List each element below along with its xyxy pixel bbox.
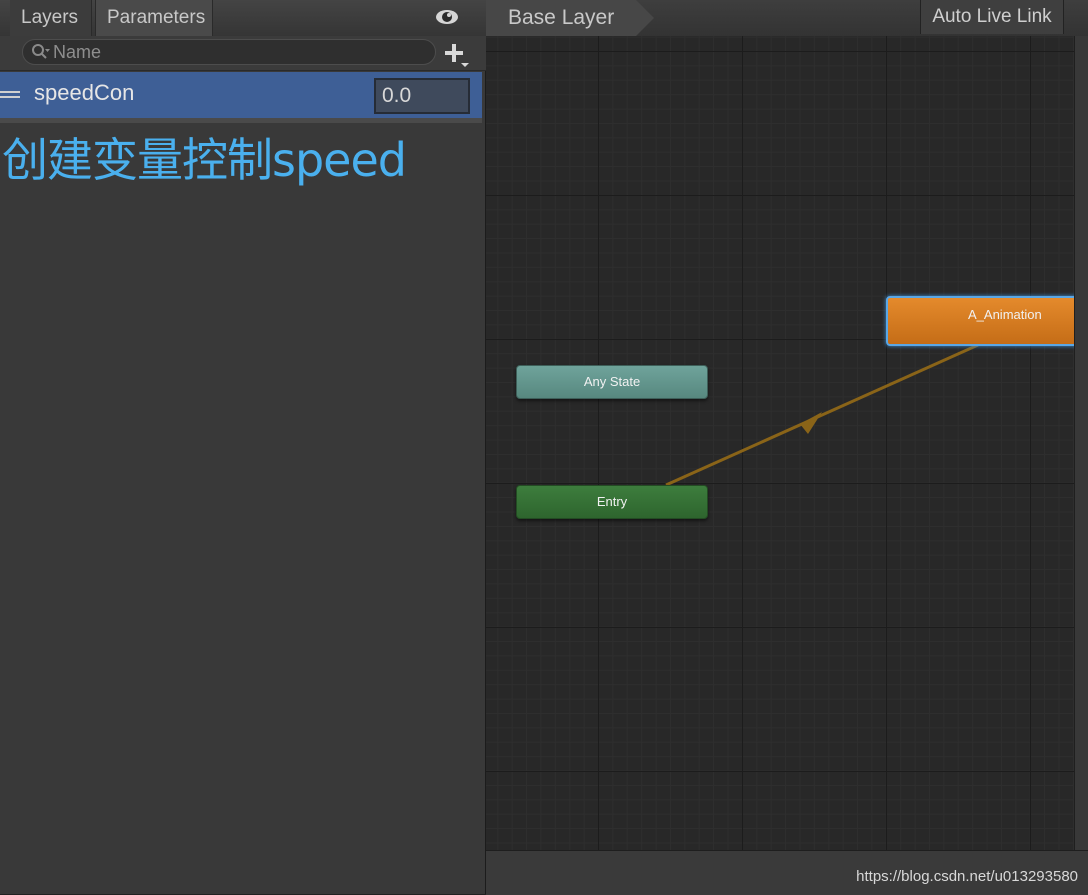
search-field[interactable]	[22, 39, 436, 65]
state-machine-canvas[interactable]: Any State Entry A_Animation	[486, 36, 1074, 850]
search-icon	[32, 44, 50, 59]
entry-node[interactable]: Entry	[516, 485, 708, 519]
graph-toolbar: Base Layer Auto Live Link	[486, 0, 1088, 37]
watermark-text: https://blog.csdn.net/u013293580	[856, 868, 1078, 885]
auto-live-link-button[interactable]: Auto Live Link	[920, 0, 1064, 34]
annotation-text: 创建变量控制speed	[2, 133, 407, 187]
search-input[interactable]	[53, 40, 423, 64]
parameters-panel: Layers Parameters speedCon 创建变量控制speed	[0, 0, 486, 894]
parameter-row-speedcon[interactable]: speedCon	[0, 72, 482, 123]
panel-tab-bar: Layers Parameters	[0, 0, 486, 37]
transition-arrow[interactable]	[486, 36, 1074, 850]
vertical-scrollbar[interactable]	[1074, 36, 1088, 850]
tab-layers[interactable]: Layers	[10, 0, 92, 36]
search-row	[0, 36, 486, 71]
animator-graph-panel: Base Layer Auto Live Link Any State Entr…	[486, 0, 1088, 895]
animation-state-node[interactable]: A_Animation	[886, 296, 1074, 346]
breadcrumb-label: Base Layer	[508, 6, 615, 29]
graph-footer: https://blog.csdn.net/u013293580	[486, 850, 1088, 895]
parameter-name[interactable]: speedCon	[34, 80, 134, 106]
parameter-value-field[interactable]	[374, 78, 470, 114]
eye-icon[interactable]	[434, 6, 460, 28]
tab-parameters[interactable]: Parameters	[95, 0, 213, 36]
breadcrumb-base-layer[interactable]: Base Layer	[486, 0, 654, 36]
drag-handle-icon[interactable]	[0, 91, 20, 99]
add-parameter-icon[interactable]	[444, 42, 470, 68]
any-state-node[interactable]: Any State	[516, 365, 708, 399]
